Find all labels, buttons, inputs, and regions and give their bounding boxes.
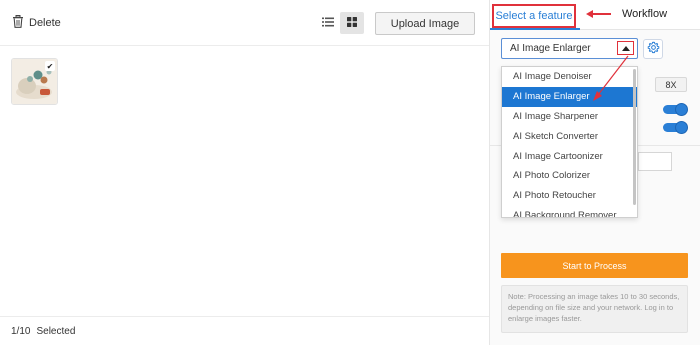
dropdown-option-colorizer[interactable]: AI Photo Colorizer bbox=[502, 166, 637, 186]
image-workspace: Delete Upload Image ✔ 1/10 Selected bbox=[0, 0, 489, 345]
grid-view-button[interactable] bbox=[340, 12, 364, 34]
list-view-button[interactable] bbox=[316, 12, 340, 34]
dropdown-option-denoiser[interactable]: AI Image Denoiser bbox=[502, 67, 637, 87]
workspace-toolbar: Delete Upload Image bbox=[0, 0, 489, 46]
trash-icon bbox=[12, 15, 24, 31]
dropdown-option-enlarger[interactable]: AI Image Enlarger bbox=[502, 86, 637, 107]
dropdown-option-cartoonizer[interactable]: AI Image Cartoonizer bbox=[502, 146, 637, 166]
view-toggle bbox=[316, 12, 364, 34]
feature-select-value: AI Image Enlarger bbox=[510, 43, 591, 54]
delete-button[interactable]: Delete bbox=[12, 15, 61, 31]
dropdown-option-background-remover[interactable]: AI Background Remover bbox=[502, 206, 637, 217]
selection-label: Selected bbox=[36, 325, 76, 337]
option-toggle-1[interactable] bbox=[663, 103, 688, 116]
option-input[interactable] bbox=[638, 152, 672, 171]
option-toggle-2[interactable] bbox=[663, 121, 688, 134]
dropdown-toggle[interactable] bbox=[617, 41, 634, 55]
image-thumbnail[interactable]: ✔ bbox=[11, 58, 58, 105]
feature-tabs: Select a feature Workflow bbox=[490, 0, 700, 30]
selection-status: 1/10 Selected bbox=[0, 316, 489, 345]
active-tab-underline bbox=[490, 28, 580, 30]
caret-up-icon bbox=[621, 45, 630, 51]
delete-label: Delete bbox=[29, 17, 61, 29]
feature-dropdown-list: AI Image Denoiser AI Image Enlarger AI I… bbox=[501, 66, 638, 218]
scale-selector[interactable]: 8X bbox=[655, 77, 687, 92]
list-view-icon bbox=[322, 17, 334, 30]
feature-select[interactable]: AI Image Enlarger bbox=[501, 38, 638, 59]
selection-count: 1/10 bbox=[11, 325, 31, 337]
grid-view-icon bbox=[347, 16, 357, 30]
dropdown-option-sharpener[interactable]: AI Image Sharpener bbox=[502, 107, 637, 127]
dropdown-option-retoucher[interactable]: AI Photo Retoucher bbox=[502, 186, 637, 206]
start-process-button[interactable]: Start to Process bbox=[501, 253, 688, 278]
tab-workflow[interactable]: Workflow bbox=[622, 8, 667, 20]
dropdown-scrollbar[interactable] bbox=[633, 69, 636, 205]
gear-icon bbox=[647, 41, 660, 57]
processing-note: Note: Processing an image takes 10 to 30… bbox=[501, 285, 688, 333]
feature-settings-button[interactable] bbox=[643, 39, 663, 59]
annotation-arrow-head bbox=[586, 10, 593, 18]
upload-image-button[interactable]: Upload Image bbox=[375, 12, 475, 35]
tab-select-feature[interactable]: Select a feature bbox=[492, 4, 576, 28]
thumbnail-checkmark[interactable]: ✔ bbox=[45, 61, 55, 71]
dropdown-option-sketch-converter[interactable]: AI Sketch Converter bbox=[502, 126, 637, 146]
